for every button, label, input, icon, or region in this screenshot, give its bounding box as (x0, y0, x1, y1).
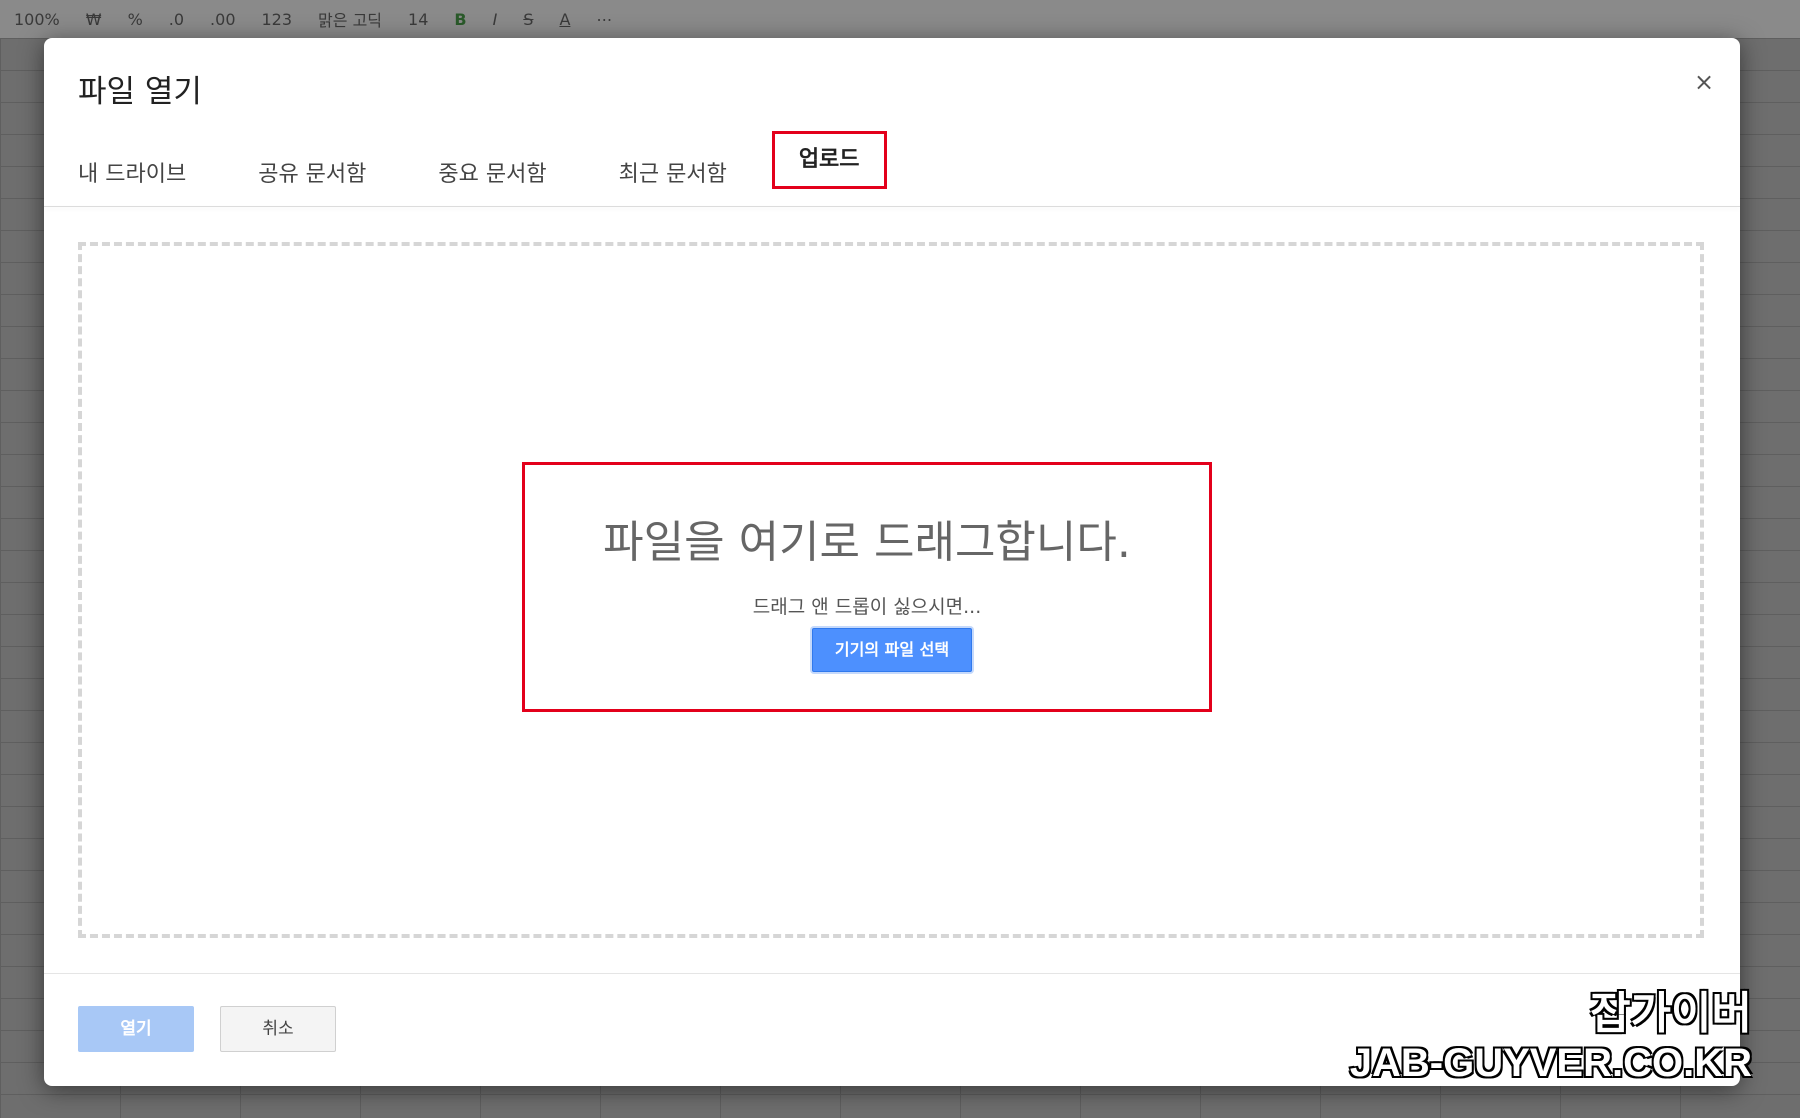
close-icon[interactable]: × (1690, 68, 1718, 96)
tab-shared-with-me[interactable]: 공유 문서함 (258, 146, 366, 206)
percent-format-button[interactable]: % (128, 10, 143, 29)
decrease-decimal-button[interactable]: .0 (169, 10, 184, 29)
dialog-title: 파일 열기 (78, 74, 202, 110)
drop-headline: 파일을 여기로 드래그합니다. (603, 517, 1131, 568)
tab-bar: 내 드라이브 공유 문서함 중요 문서함 최근 문서함 업로드 (78, 131, 956, 206)
tab-starred[interactable]: 중요 문서함 (438, 146, 546, 206)
text-color-button[interactable]: A (559, 10, 570, 29)
watermark-korean: 잡가이버 (1590, 988, 1752, 1039)
watermark: 잡가이버 JAB-GUYVER.CO.KR (1350, 977, 1752, 1086)
italic-button[interactable]: I (493, 10, 498, 29)
highlight-annotation-box (522, 462, 1212, 712)
increase-decimal-button[interactable]: .00 (210, 10, 235, 29)
more-formats-button[interactable]: 123 (262, 10, 293, 29)
spreadsheet-toolbar: 100% ₩ % .0 .00 123 맑은 고딕 14 B I S A ⋯ (0, 0, 1800, 38)
currency-format-button[interactable]: ₩ (86, 10, 102, 29)
tab-recent[interactable]: 최근 문서함 (619, 146, 727, 206)
bold-button[interactable]: B (454, 10, 466, 29)
select-file-button[interactable]: 기기의 파일 선택 (812, 628, 972, 672)
file-open-dialog: 파일 열기 × 내 드라이브 공유 문서함 중요 문서함 최근 문서함 업로드 … (44, 38, 1740, 1086)
cancel-button[interactable]: 취소 (220, 1006, 336, 1052)
strikethrough-button[interactable]: S (523, 10, 533, 29)
open-button[interactable]: 열기 (78, 1006, 194, 1052)
font-select[interactable]: 맑은 고딕 (318, 7, 382, 31)
tab-divider (44, 206, 1740, 207)
drop-subtext: 드래그 앤 드롭이 싫으시면... (752, 596, 982, 618)
more-toolbar-button[interactable]: ⋯ (596, 10, 612, 29)
zoom-select[interactable]: 100% (14, 10, 60, 29)
tab-upload[interactable]: 업로드 (771, 131, 887, 189)
tab-my-drive[interactable]: 내 드라이브 (78, 146, 186, 206)
font-size-select[interactable]: 14 (408, 10, 428, 29)
watermark-url: JAB-GUYVER.CO.KR (1349, 1041, 1752, 1085)
footer-divider (44, 973, 1740, 974)
